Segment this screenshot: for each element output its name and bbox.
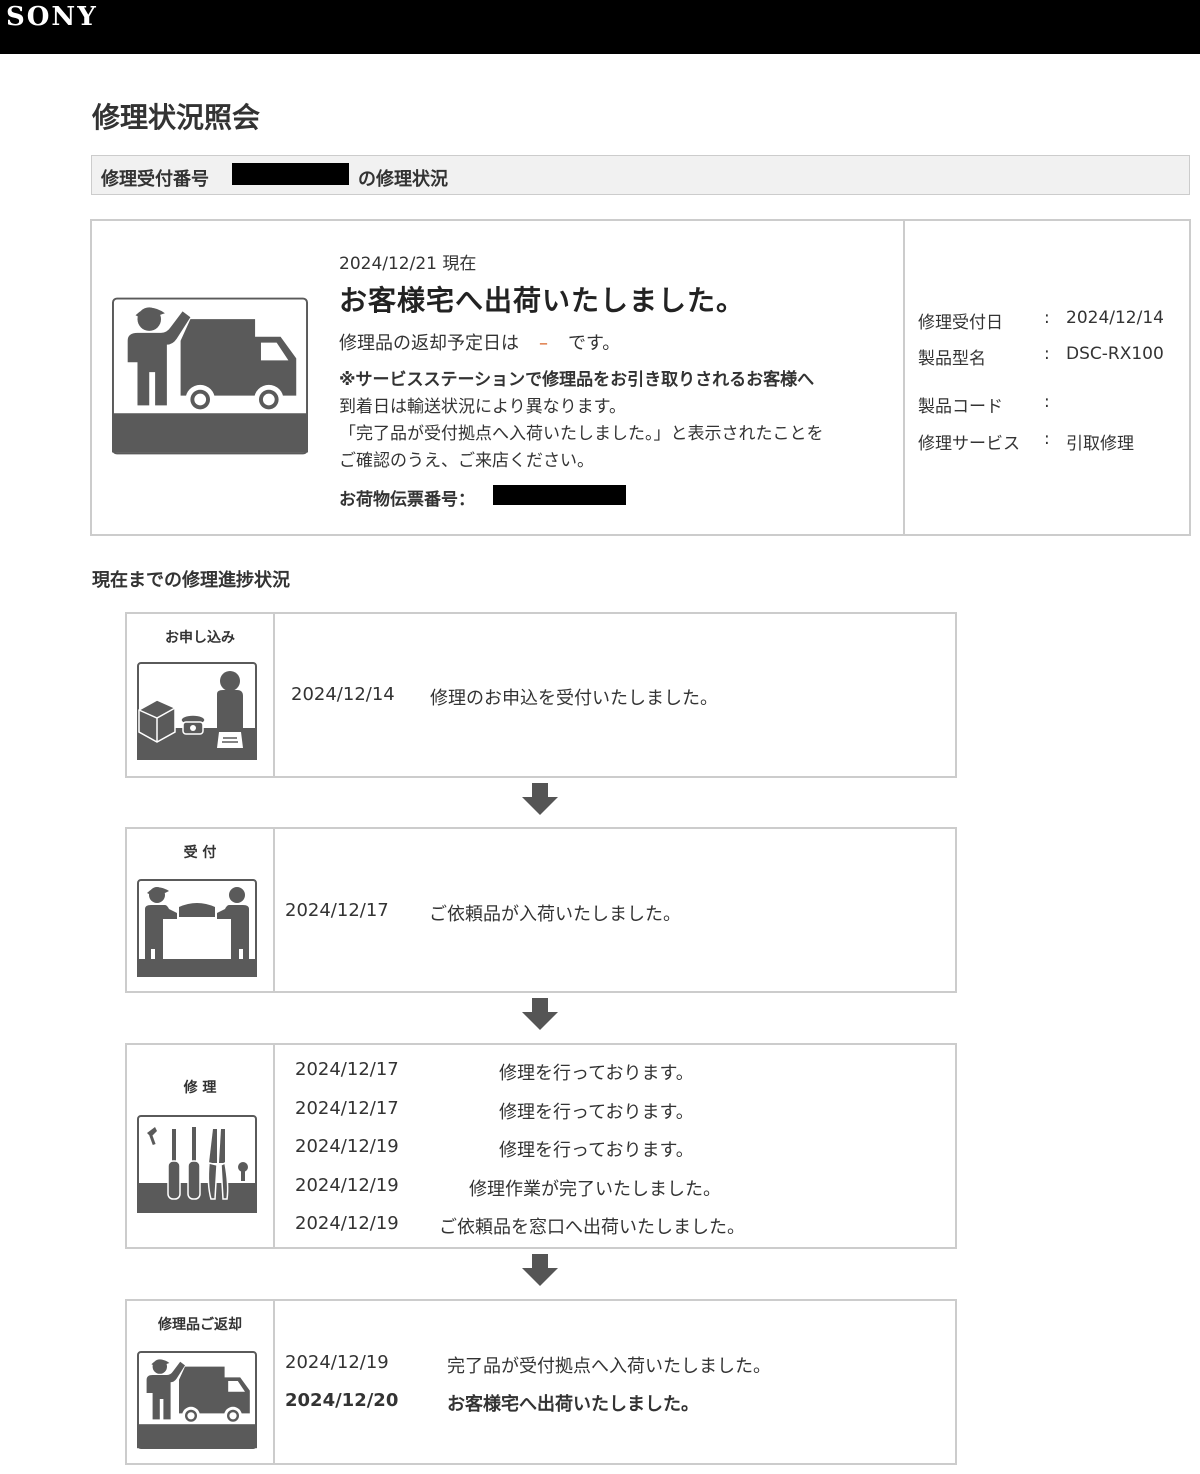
current-status-panel: 2024/12/21 現在 お客様宅へ出荷いたしました。 修理品の返却予定日は –… <box>90 219 1191 536</box>
redacted-tracking-number <box>493 485 626 505</box>
info-value-model: DSC-RX100 <box>1066 344 1164 364</box>
info-value-received-date: 2024/12/14 <box>1066 308 1164 328</box>
status-panel-divider <box>903 221 905 534</box>
info-label-service: 修理サービス <box>918 434 1020 454</box>
status-as-of-date: 2024/12/21 現在 <box>339 254 477 274</box>
progress-message: 修理を行っております。 <box>499 1140 694 1161</box>
pickup-notice-line: ※サービスステーションで修理品をお引き取りされるお客様へ <box>339 370 815 390</box>
progress-step-application: お申し込み 2024/12/14 修理のお申込を受付いたしました。 <box>125 612 957 778</box>
progress-section-title: 現在までの修理進捗状況 <box>92 570 290 591</box>
step-label: 受 付 <box>183 845 217 861</box>
info-separator: : <box>1044 308 1050 328</box>
pickup-notice-line: 到着日は輸送状況により異なります。 <box>339 397 626 417</box>
info-label-received-date: 修理受付日 <box>918 313 1003 333</box>
info-separator: : <box>1044 344 1050 364</box>
progress-date: 2024/12/19 <box>295 1213 399 1234</box>
application-icon <box>137 662 257 760</box>
step-icon-cell: 修 理 <box>127 1045 275 1247</box>
progress-message: 完了品が受付拠点へ入荷いたしました。 <box>447 1356 771 1377</box>
step-label: 修 理 <box>183 1080 217 1096</box>
progress-message: 修理作業が完了いたしました。 <box>469 1179 721 1200</box>
step-label: お申し込み <box>165 630 235 646</box>
progress-message: お客様宅へ出荷いたしました。 <box>447 1394 699 1415</box>
delivery-truck-icon <box>137 1351 257 1449</box>
pickup-notice-line: ご確認のうえ、ご来店ください。 <box>339 451 594 471</box>
reception-number-label: 修理受付番号 <box>101 169 209 190</box>
info-separator: : <box>1044 429 1050 449</box>
delivery-truck-icon <box>112 297 308 455</box>
step-icon-cell: お申し込み <box>127 614 275 776</box>
redacted-reception-number <box>232 163 349 185</box>
status-headline: お客様宅へ出荷いたしました。 <box>339 284 746 317</box>
reception-number-bar: 修理受付番号 の修理状況 <box>91 155 1190 195</box>
progress-date: 2024/12/17 <box>285 900 389 921</box>
step-icon-cell: 受 付 <box>127 829 275 991</box>
progress-message: ご依頼品を窓口へ出荷いたしました。 <box>439 1217 745 1238</box>
progress-message: 修理を行っております。 <box>499 1102 694 1123</box>
progress-message: 修理のお申込を受付いたしました。 <box>430 688 718 709</box>
down-arrow-icon <box>522 998 558 1030</box>
return-date-line: 修理品の返却予定日は – です。 <box>339 329 620 355</box>
pickup-notice-line: 「完了品が受付拠点へ入荷いたしました。」と表示されたことを <box>339 424 824 444</box>
progress-date: 2024/12/20 <box>285 1390 399 1411</box>
progress-date: 2024/12/19 <box>285 1352 389 1373</box>
progress-message: 修理を行っております。 <box>499 1063 694 1084</box>
progress-step-return: 修理品ご返却 2024/12/19 完了品が受付拠点へ入荷いたしました。 202… <box>125 1299 957 1465</box>
info-separator: : <box>1044 392 1050 412</box>
progress-date: 2024/12/17 <box>295 1059 399 1080</box>
progress-step-repair: 修 理 2024/12/17 修理を行っております。 2024/12/17 修理… <box>125 1043 957 1249</box>
info-label-model: 製品型名 <box>918 349 986 369</box>
reception-number-suffix: の修理状況 <box>358 169 448 190</box>
progress-step-reception: 受 付 2024/12/17 ご依頼品が入荷いたしました。 <box>125 827 957 993</box>
progress-date: 2024/12/19 <box>295 1175 399 1196</box>
progress-date: 2024/12/17 <box>295 1098 399 1119</box>
return-date-value: – <box>539 333 548 354</box>
repair-tools-icon <box>137 1115 257 1213</box>
tracking-number-label: お荷物伝票番号： <box>339 490 475 510</box>
return-date-suffix: です。 <box>568 333 621 354</box>
info-value-service: 引取修理 <box>1066 434 1134 454</box>
reception-icon <box>137 879 257 977</box>
page-title: 修理状況照会 <box>92 101 261 134</box>
pickup-notice: ※サービスステーションで修理品をお引き取りされるお客様へ 到着日は輸送状況により… <box>339 367 894 475</box>
step-label: 修理品ご返却 <box>158 1317 242 1333</box>
down-arrow-icon <box>522 783 558 815</box>
return-date-prefix: 修理品の返却予定日は <box>339 333 519 354</box>
sony-logo[interactable]: SONY <box>6 2 98 32</box>
info-label-product-code: 製品コード <box>918 397 1003 417</box>
top-header-bar: SONY <box>0 0 1200 54</box>
step-icon-cell: 修理品ご返却 <box>127 1301 275 1463</box>
down-arrow-icon <box>522 1254 558 1286</box>
progress-message: ご依頼品が入荷いたしました。 <box>429 904 681 925</box>
progress-date: 2024/12/19 <box>295 1136 399 1157</box>
progress-date: 2024/12/14 <box>291 684 395 705</box>
